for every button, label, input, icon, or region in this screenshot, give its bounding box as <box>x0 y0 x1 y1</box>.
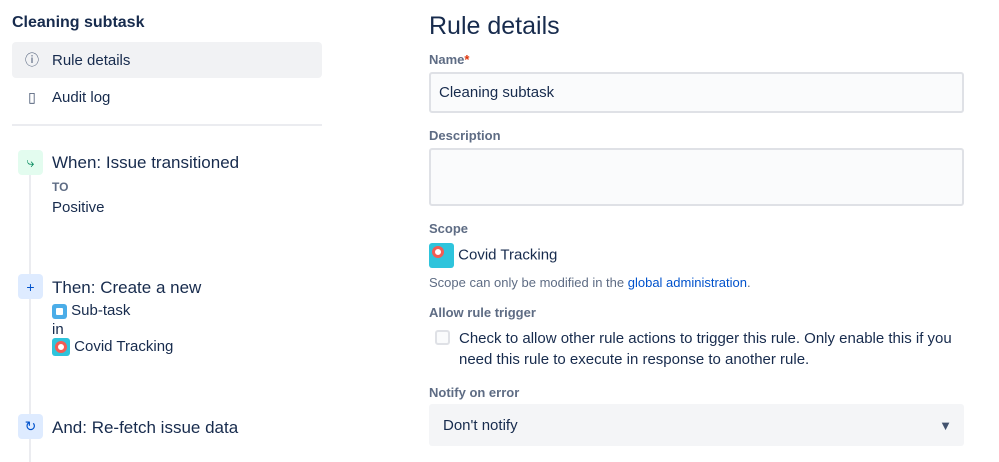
divider <box>12 124 322 126</box>
project-icon <box>429 243 454 268</box>
transition-icon: ⤷ <box>18 150 43 175</box>
scope-note: Scope can only be modified in the <box>429 275 628 290</box>
description-label: Description <box>429 128 501 143</box>
project-icon <box>52 338 70 357</box>
plus-icon: + <box>18 274 43 299</box>
refetch-step[interactable]: And: Re-fetch issue data <box>52 418 238 438</box>
chevron-down-icon: ▼ <box>939 417 952 433</box>
scope-period: . <box>746 275 751 290</box>
allow-trigger-label: Allow rule trigger <box>429 305 536 320</box>
issue-type: Sub-task <box>71 302 131 319</box>
nav-audit-log[interactable]: ▯ Audit log <box>12 79 322 115</box>
refresh-icon: ↻ <box>18 414 43 439</box>
nav-rule-details[interactable]: ⓘ Rule details <box>12 42 322 78</box>
name-value: Cleaning subtask <box>439 84 555 101</box>
description-input[interactable] <box>429 148 964 206</box>
action-step[interactable]: Then: Create a new <box>52 278 201 298</box>
notify-value: Don't notify <box>443 416 518 434</box>
info-icon: ⓘ <box>25 52 39 68</box>
global-administration-link[interactable]: global administration <box>628 275 747 290</box>
allow-trigger-text: Check to allow other rule actions to tri… <box>459 330 952 368</box>
scope-label: Scope <box>429 221 469 236</box>
page-title: Rule details <box>429 12 560 40</box>
required-mark: * <box>464 52 470 67</box>
to-value: Positive <box>52 199 105 216</box>
project-name: Covid Tracking <box>74 338 174 355</box>
notify-select[interactable]: Don't notify ▼ <box>429 404 964 446</box>
in-label: in <box>52 321 64 338</box>
rule-name-heading: Cleaning subtask <box>12 14 145 31</box>
name-input[interactable]: Cleaning subtask <box>429 72 964 113</box>
subtask-icon <box>52 303 67 319</box>
scope-project: Covid Tracking <box>458 246 558 264</box>
to-label: TO <box>52 180 69 194</box>
nav-label: Rule details <box>52 51 131 69</box>
trigger-step[interactable]: When: Issue transitioned <box>52 153 239 173</box>
name-label: Name <box>429 52 465 67</box>
nav-label: Audit log <box>52 88 111 106</box>
notify-label: Notify on error <box>429 385 520 400</box>
document-icon: ▯ <box>28 88 36 105</box>
allow-trigger-checkbox[interactable] <box>435 330 450 345</box>
